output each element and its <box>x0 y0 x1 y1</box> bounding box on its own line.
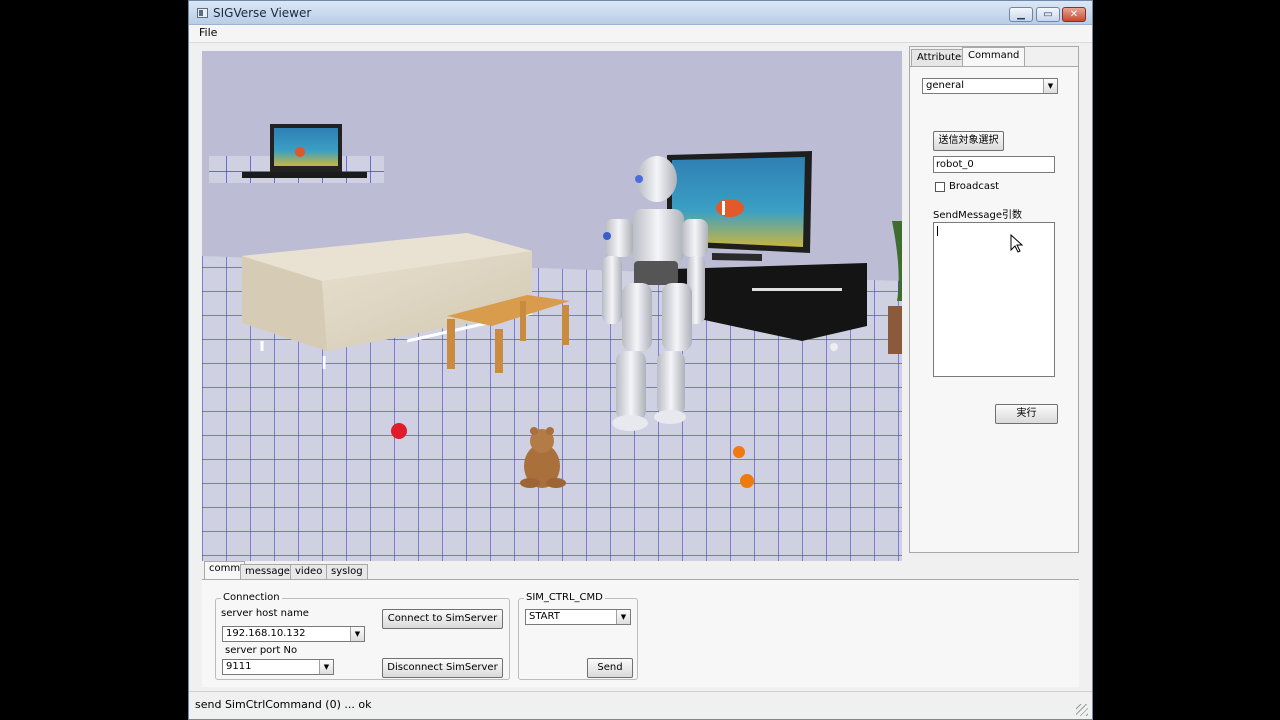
title-bar[interactable]: SIGVerse Viewer ▁ ▭ ✕ <box>189 1 1092 25</box>
connection-group-label: Connection <box>221 592 282 603</box>
disconnect-button[interactable]: Disconnect SimServer <box>382 658 503 678</box>
tab-syslog[interactable]: syslog <box>326 564 368 580</box>
chevron-down-icon[interactable]: ▼ <box>319 660 333 674</box>
broadcast-checkbox[interactable] <box>935 182 945 192</box>
sim-command-select[interactable]: START ▼ <box>525 609 631 625</box>
status-text: send SimCtrlCommand (0) ... ok <box>195 698 372 711</box>
sim-ctrl-group: SIM_CTRL_CMD START ▼ Send <box>518 592 638 680</box>
maximize-button[interactable]: ▭ <box>1036 7 1060 22</box>
port-label: server port No <box>225 645 298 656</box>
text-caret <box>937 226 938 236</box>
close-icon: ✕ <box>1069 9 1079 20</box>
target-field[interactable]: robot_0 <box>933 156 1055 173</box>
execute-button[interactable]: 実行 <box>995 404 1058 424</box>
close-button[interactable]: ✕ <box>1062 7 1086 22</box>
resize-grip-icon[interactable] <box>1076 704 1088 716</box>
mouse-pointer-icon <box>1010 234 1024 253</box>
port-select-value: 9111 <box>226 661 252 672</box>
orange-2 <box>740 474 754 488</box>
send-message-textarea[interactable] <box>933 222 1055 377</box>
command-tab-body: general ▼ 送信対象選択 robot_0 Broadcast SendM… <box>910 66 1078 552</box>
host-select[interactable]: 192.168.10.132 ▼ <box>222 626 365 642</box>
minimize-icon: ▁ <box>1017 9 1025 20</box>
port-select[interactable]: 9111 ▼ <box>222 659 334 675</box>
orange-1 <box>733 446 745 458</box>
send-message-label: SendMessage引数 <box>933 210 1023 221</box>
select-target-button[interactable]: 送信対象選択 <box>933 131 1004 151</box>
send-button[interactable]: Send <box>587 658 633 678</box>
scene-render <box>202 51 902 561</box>
tab-command[interactable]: Command <box>962 47 1026 67</box>
connection-group: Connection server host name 192.168.10.1… <box>215 592 510 680</box>
command-panel: Attributes Command general ▼ 送信対象選択 robo… <box>909 46 1079 553</box>
window-title: SIGVerse Viewer <box>213 6 312 20</box>
app-icon <box>197 8 208 18</box>
chevron-down-icon[interactable]: ▼ <box>350 627 364 641</box>
host-select-value: 192.168.10.132 <box>226 628 306 639</box>
mode-select-value: general <box>926 80 965 91</box>
side-tabs: Attributes Command <box>910 47 1080 67</box>
maximize-icon: ▭ <box>1043 9 1053 20</box>
status-bar: send SimCtrlCommand (0) ... ok <box>189 691 1092 719</box>
menu-bar: File <box>189 25 1092 43</box>
tab-video[interactable]: video <box>290 564 328 580</box>
broadcast-label: Broadcast <box>949 181 1000 192</box>
3d-viewport[interactable] <box>202 51 902 561</box>
bottom-panel: comm messages video syslog Connection se… <box>202 561 1079 687</box>
app-window: SIGVerse Viewer ▁ ▭ ✕ File Attributes Co… <box>188 0 1093 720</box>
chevron-down-icon[interactable]: ▼ <box>1043 79 1057 93</box>
comm-tab-body: Connection server host name 192.168.10.1… <box>202 579 1079 687</box>
tab-comm[interactable]: comm <box>204 561 246 580</box>
minimize-button[interactable]: ▁ <box>1009 7 1033 22</box>
connect-button[interactable]: Connect to SimServer <box>382 609 503 629</box>
host-label: server host name <box>221 608 309 619</box>
red-ball <box>391 423 407 439</box>
sim-command-value: START <box>529 611 560 622</box>
menu-file[interactable]: File <box>199 26 217 39</box>
mode-select[interactable]: general ▼ <box>922 78 1058 94</box>
chevron-down-icon[interactable]: ▼ <box>616 610 630 624</box>
sim-ctrl-group-label: SIM_CTRL_CMD <box>524 592 605 603</box>
